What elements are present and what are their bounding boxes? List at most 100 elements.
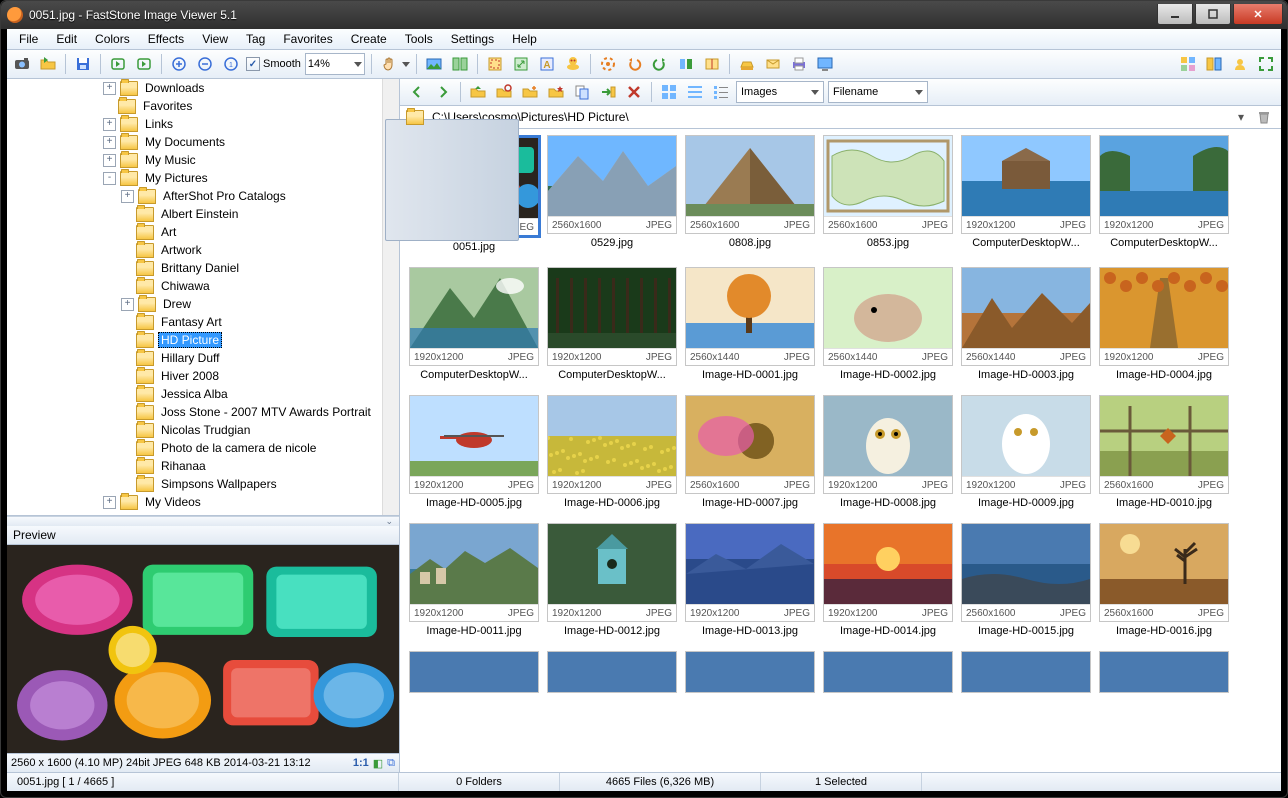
- thumbnail[interactable]: 1920x1200JPEGImage-HD-0009.jpg: [960, 395, 1092, 509]
- thumbnail[interactable]: 2560x1600JPEGImage-HD-0007.jpg: [684, 395, 816, 509]
- redeye-icon[interactable]: [562, 53, 584, 75]
- thumbnail-area[interactable]: 2560x1600JPEG0051.jpg2560x1600JPEG0529.j…: [400, 129, 1281, 772]
- info-icon[interactable]: ⧉: [387, 757, 395, 770]
- nav-prev-icon[interactable]: [406, 81, 428, 103]
- open-icon[interactable]: [37, 53, 59, 75]
- flip-v-icon[interactable]: [701, 53, 723, 75]
- menu-tag[interactable]: Tag: [238, 31, 273, 47]
- wallpaper-icon[interactable]: [814, 53, 836, 75]
- view-thumbs-icon[interactable]: [1177, 53, 1199, 75]
- tree-item[interactable]: Hillary Duff: [7, 349, 382, 367]
- folder-up-icon[interactable]: [467, 81, 489, 103]
- thumbnail[interactable]: 2560x1440JPEGImage-HD-0002.jpg: [822, 267, 954, 381]
- filter-dropdown[interactable]: Images: [736, 81, 824, 103]
- trash-icon[interactable]: [1253, 106, 1275, 128]
- folder-tree[interactable]: +DownloadsFavorites+Links+My Documents+M…: [7, 79, 382, 515]
- menu-create[interactable]: Create: [343, 31, 395, 47]
- tree-item[interactable]: +My Documents: [7, 133, 382, 151]
- thumbnail[interactable]: 1920x1200JPEGComputerDesktopW...: [408, 267, 540, 381]
- tree-item[interactable]: HD Picture: [7, 331, 382, 349]
- thumbnail[interactable]: 1920x1200JPEGComputerDesktopW...: [960, 135, 1092, 253]
- zoom-combo[interactable]: 14%: [305, 53, 365, 75]
- path-bar[interactable]: C:\Users\cosmo\Pictures\HD Picture\ ▾: [400, 106, 1281, 129]
- thumbnail[interactable]: 2560x1600JPEGImage-HD-0016.jpg: [1098, 523, 1230, 637]
- flip-h-icon[interactable]: [675, 53, 697, 75]
- tree-item[interactable]: +Drew: [7, 295, 382, 313]
- scan-icon[interactable]: [736, 53, 758, 75]
- email-icon[interactable]: [762, 53, 784, 75]
- thumbnail[interactable]: 1920x1200JPEGImage-HD-0012.jpg: [546, 523, 678, 637]
- tree-item[interactable]: +Links: [7, 115, 382, 133]
- thumbnail[interactable]: [822, 651, 954, 693]
- nav-back-icon[interactable]: [107, 53, 129, 75]
- tree-item[interactable]: Jessica Alba: [7, 385, 382, 403]
- tree-item[interactable]: +My Music: [7, 151, 382, 169]
- sort-dropdown[interactable]: Filename: [828, 81, 928, 103]
- menu-settings[interactable]: Settings: [443, 31, 502, 47]
- smooth-checkbox[interactable]: ✓Smooth: [246, 57, 301, 71]
- window-close-button[interactable]: [1233, 4, 1283, 25]
- rotate-left-icon[interactable]: [623, 53, 645, 75]
- thumbnail[interactable]: 1920x1200JPEGImage-HD-0014.jpg: [822, 523, 954, 637]
- menu-file[interactable]: File: [11, 31, 46, 47]
- window-maximize-button[interactable]: [1195, 4, 1231, 25]
- tree-item[interactable]: Nicolas Trudgian: [7, 421, 382, 439]
- actual-size-icon[interactable]: 1:1: [353, 757, 369, 770]
- thumbnail[interactable]: [408, 651, 540, 693]
- folder-new-icon[interactable]: [519, 81, 541, 103]
- folder-refresh-icon[interactable]: [493, 81, 515, 103]
- tree-item[interactable]: +Downloads: [7, 79, 382, 97]
- thumbnail[interactable]: [546, 651, 678, 693]
- thumbnail[interactable]: [684, 651, 816, 693]
- view-details-icon[interactable]: [710, 81, 732, 103]
- thumbnail[interactable]: 1920x1200JPEGImage-HD-0008.jpg: [822, 395, 954, 509]
- tree-item[interactable]: Rihanaa: [7, 457, 382, 475]
- menu-favorites[interactable]: Favorites: [275, 31, 340, 47]
- thumbnail[interactable]: 1920x1200JPEGComputerDesktopW...: [1098, 135, 1230, 253]
- tree-item[interactable]: Simpsons Wallpapers: [7, 475, 382, 493]
- tree-scrollbar[interactable]: [382, 79, 399, 515]
- view-single-icon[interactable]: [1229, 53, 1251, 75]
- zoom-in-icon[interactable]: [168, 53, 190, 75]
- tree-item[interactable]: Joss Stone - 2007 MTV Awards Portrait: [7, 403, 382, 421]
- tree-item[interactable]: +My Videos: [7, 493, 382, 511]
- tree-item[interactable]: Brittany Daniel: [7, 259, 382, 277]
- folder-fav-icon[interactable]: [545, 81, 567, 103]
- window-minimize-button[interactable]: [1157, 4, 1193, 25]
- resize-icon[interactable]: [510, 53, 532, 75]
- thumbnail[interactable]: 2560x1440JPEGImage-HD-0001.jpg: [684, 267, 816, 381]
- tree-item[interactable]: -My Pictures: [7, 169, 382, 187]
- thumbnail[interactable]: 2560x1600JPEG0529.jpg: [546, 135, 678, 253]
- tree-item[interactable]: Albert Einstein: [7, 205, 382, 223]
- save-icon[interactable]: [72, 53, 94, 75]
- menu-view[interactable]: View: [194, 31, 236, 47]
- zoom-actual-icon[interactable]: 1: [220, 53, 242, 75]
- tree-item[interactable]: Fantasy Art: [7, 313, 382, 331]
- copy-to-icon[interactable]: [571, 81, 593, 103]
- fullscreen-icon[interactable]: [1255, 53, 1277, 75]
- text-icon[interactable]: A: [536, 53, 558, 75]
- tree-item[interactable]: Artwork: [7, 241, 382, 259]
- view-large-icon[interactable]: [658, 81, 680, 103]
- nav-fwd-icon[interactable]: [133, 53, 155, 75]
- titlebar[interactable]: 0051.jpg - FastStone Image Viewer 5.1: [1, 1, 1287, 29]
- thumbnail[interactable]: 1920x1200JPEGImage-HD-0006.jpg: [546, 395, 678, 509]
- histogram-icon[interactable]: ◧: [373, 757, 383, 770]
- thumbnail[interactable]: [960, 651, 1092, 693]
- tree-collapse-handle[interactable]: ⌄: [7, 516, 399, 526]
- compare-icon[interactable]: [449, 53, 471, 75]
- menu-effects[interactable]: Effects: [140, 31, 192, 47]
- thumbnail[interactable]: 1920x1200JPEGImage-HD-0004.jpg: [1098, 267, 1230, 381]
- zoom-out-icon[interactable]: [194, 53, 216, 75]
- thumbnail[interactable]: 2560x1600JPEGImage-HD-0010.jpg: [1098, 395, 1230, 509]
- tree-item[interactable]: Hiver 2008: [7, 367, 382, 385]
- tree-item[interactable]: Chiwawa: [7, 277, 382, 295]
- thumbnail[interactable]: 1920x1200JPEGImage-HD-0013.jpg: [684, 523, 816, 637]
- thumbnail[interactable]: 2560x1440JPEGImage-HD-0003.jpg: [960, 267, 1092, 381]
- hand-tool-icon[interactable]: [378, 53, 400, 75]
- nav-next-icon[interactable]: [432, 81, 454, 103]
- rotate-right-icon[interactable]: [649, 53, 671, 75]
- view-dual-icon[interactable]: [1203, 53, 1225, 75]
- view-list-icon[interactable]: [684, 81, 706, 103]
- menu-tools[interactable]: Tools: [397, 31, 441, 47]
